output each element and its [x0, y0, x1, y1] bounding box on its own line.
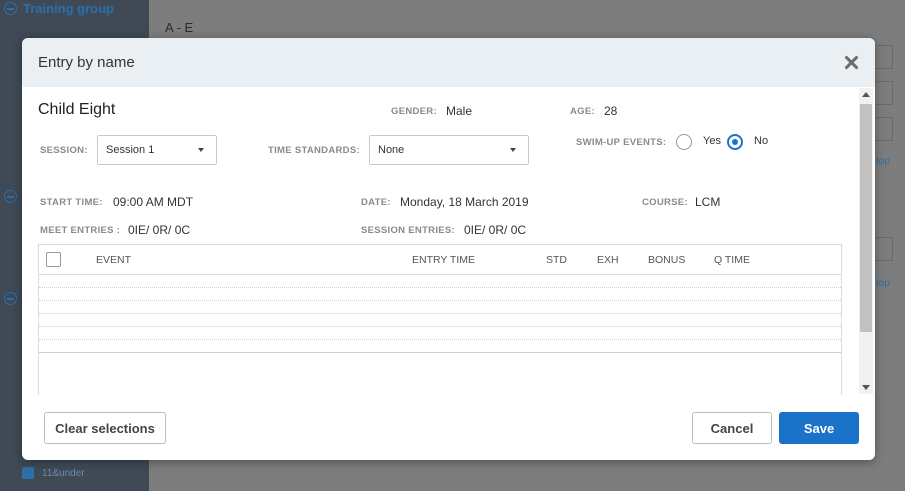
events-table: EVENT ENTRY TIME STD EXH BONUS Q TIME	[38, 244, 842, 395]
close-icon[interactable]	[843, 55, 859, 71]
scroll-thumb[interactable]	[860, 104, 872, 332]
meet-entries-label: MEET ENTRIES :	[40, 225, 121, 236]
table-row[interactable]	[39, 301, 841, 314]
session-entries-value: 0IE/ 0R/ 0C	[464, 223, 527, 237]
background-input	[873, 81, 893, 105]
column-entry-time: ENTRY TIME	[412, 254, 476, 266]
age-label: AGE:	[570, 106, 595, 117]
column-q-time: Q TIME	[714, 254, 750, 266]
table-row[interactable]	[39, 288, 841, 301]
time-standards-select[interactable]: None	[369, 135, 529, 165]
start-time-label: START TIME:	[40, 197, 103, 208]
save-button[interactable]: Save	[779, 412, 859, 444]
top-link[interactable]: top	[876, 156, 890, 167]
time-standards-label: TIME STANDARDS:	[268, 145, 360, 156]
swim-up-label: SWIM-UP EVENTS:	[576, 137, 667, 148]
cancel-button[interactable]: Cancel	[692, 412, 772, 444]
collapse-icon	[4, 2, 17, 15]
column-event: EVENT	[96, 254, 132, 266]
section-heading: A - E	[165, 20, 194, 35]
background-input	[873, 45, 893, 69]
training-group-title: Training group	[23, 1, 114, 16]
background-input	[873, 237, 893, 261]
modal-title: Entry by name	[38, 54, 135, 71]
column-std: STD	[546, 254, 567, 266]
swim-up-no-radio[interactable]	[727, 134, 743, 150]
session-selected: Session 1	[106, 144, 155, 156]
chevron-down-icon	[198, 148, 204, 152]
entry-by-name-modal: Entry by name Child Eight GENDER: Male A…	[22, 38, 875, 460]
column-exh: EXH	[597, 254, 619, 266]
collapse-icon	[4, 292, 17, 305]
date-label: DATE:	[361, 197, 391, 208]
modal-footer: Clear selections Cancel Save	[22, 395, 875, 460]
checkbox-icon[interactable]	[22, 467, 34, 479]
modal-body: Child Eight GENDER: Male AGE: 28 SESSION…	[22, 87, 875, 395]
chevron-down-icon	[510, 148, 516, 152]
under-label: 11&under	[42, 468, 85, 479]
gender-label: GENDER:	[391, 106, 437, 117]
age-value: 28	[604, 104, 618, 118]
column-bonus: BONUS	[648, 254, 686, 266]
session-entries-label: SESSION ENTRIES:	[361, 225, 456, 236]
clear-selections-button[interactable]: Clear selections	[44, 412, 166, 444]
session-select[interactable]: Session 1	[97, 135, 217, 165]
athlete-name: Child Eight	[38, 101, 116, 118]
table-header: EVENT ENTRY TIME STD EXH BONUS Q TIME	[39, 245, 841, 275]
swim-up-no-label: No	[754, 135, 769, 147]
scroll-up-icon[interactable]	[862, 92, 870, 97]
background-input	[873, 117, 893, 141]
session-label: SESSION:	[40, 145, 88, 156]
meet-entries-value: 0IE/ 0R/ 0C	[128, 223, 191, 237]
table-row[interactable]	[39, 327, 841, 340]
top-link[interactable]: top	[876, 278, 890, 289]
date-value: Monday, 18 March 2019	[400, 195, 529, 209]
modal-scrollbar[interactable]	[859, 88, 873, 394]
course-value: LCM	[695, 195, 721, 209]
swim-up-yes-label: Yes	[703, 135, 721, 147]
scroll-down-icon[interactable]	[862, 385, 870, 390]
table-row[interactable]	[39, 314, 841, 327]
time-standards-selected: None	[378, 144, 405, 156]
select-all-checkbox[interactable]	[46, 252, 61, 267]
course-label: COURSE:	[642, 197, 688, 208]
table-row[interactable]	[39, 340, 841, 353]
table-row[interactable]	[39, 275, 841, 288]
swim-up-yes-radio[interactable]	[676, 134, 692, 150]
training-group-header[interactable]: Training group	[4, 1, 114, 16]
gender-value: Male	[446, 104, 473, 118]
collapse-icon	[4, 190, 17, 203]
start-time-value: 09:00 AM MDT	[113, 195, 194, 209]
modal-header: Entry by name	[22, 38, 875, 87]
